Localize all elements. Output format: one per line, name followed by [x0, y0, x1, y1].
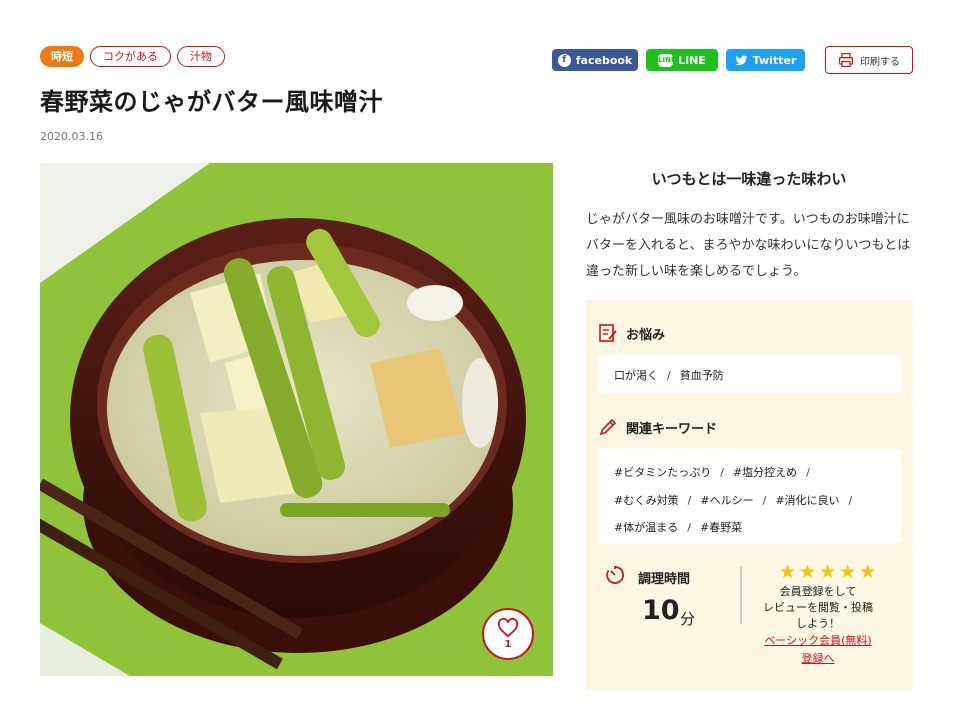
concerns-box: 口が渇く / 貧血予防 [598, 355, 901, 393]
like-button[interactable]: 1 [482, 608, 534, 660]
divider [740, 566, 742, 624]
concerns-heading: お悩み [598, 323, 665, 343]
register-link-line[interactable]: ベーシック会員(無料) [756, 632, 880, 650]
line-icon: LINE [658, 53, 676, 67]
star-icon: ★ [839, 561, 857, 583]
facebook-label: facebook [575, 53, 633, 67]
separator: / [762, 493, 767, 507]
review-prompt-line: レビューを閲覧・投稿 [763, 601, 873, 614]
star-icon: ★ [799, 561, 817, 583]
recipe-tags: 時短 コクがある 汁物 [40, 46, 225, 67]
memo-icon [599, 324, 617, 342]
facebook-share-button[interactable]: f facebook [552, 49, 638, 71]
recipe-title: 春野菜のじゃがバター風味噌汁 [40, 88, 383, 116]
cook-time-label: 調理時間 [638, 572, 691, 587]
facebook-icon: f [557, 53, 571, 67]
cook-time-unit: 分 [680, 610, 696, 628]
register-link[interactable]: ベーシック会員(無料) 登録へ [756, 632, 880, 668]
twitter-label: Twitter [752, 53, 797, 67]
recipe-photo [40, 163, 553, 676]
star-icon: ★ [859, 561, 877, 583]
star-icon: ★ [779, 561, 797, 583]
line-label: LINE [678, 53, 706, 67]
print-button[interactable]: 印刷する [825, 46, 913, 74]
separator: / [806, 466, 810, 479]
review-prompt: 会員登録をして レビューを閲覧・投稿 しよう！ [759, 584, 877, 632]
keywords-heading: 関連キーワード [598, 417, 717, 437]
keyword-link[interactable]: #塩分控えめ [733, 466, 797, 479]
concern-item[interactable]: 口が渇く [614, 369, 658, 382]
line-share-button[interactable]: LINE LINE [646, 49, 718, 71]
twitter-share-button[interactable]: Twitter [726, 49, 805, 71]
separator: / [720, 466, 724, 479]
tag-koku[interactable]: コクがある [90, 46, 171, 67]
intro-body: じゃがバター風味のお味噌汁です。いつものお味噌汁にバターを入れると、まろやかな味… [586, 212, 911, 279]
print-label: 印刷する [860, 56, 900, 68]
keyword-link[interactable]: #消化に良い [775, 494, 839, 507]
printer-icon [839, 53, 853, 67]
keywords-box: #ビタミンたっぷり / #塩分控えめ / #むくみ対策 / #ヘルシー / #消化に良い / #… [598, 449, 901, 543]
review-prompt-line: 会員登録をして [779, 585, 857, 598]
keywords-heading-label: 関連キーワード [626, 421, 718, 437]
twitter-icon [735, 54, 748, 67]
info-panel: お悩み 口が渇く / 貧血予防 関連キーワード #ビタミンたっぷり / #塩分控えめ / … [586, 300, 913, 690]
review-prompt-line: しよう！ [796, 617, 840, 630]
intro-heading: いつもとは一味違った味わい [651, 170, 847, 188]
pencil-icon [599, 418, 617, 436]
timer-icon [606, 566, 624, 584]
star-icon: ★ [819, 561, 837, 583]
separator: / [667, 369, 671, 382]
keyword-link[interactable]: #ヘルシー [700, 494, 753, 507]
concern-item[interactable]: 貧血予防 [680, 369, 724, 382]
keyword-link[interactable]: #ビタミンたっぷり [614, 466, 711, 479]
keyword-link[interactable]: #春野菜 [700, 521, 742, 534]
register-link-line[interactable]: 登録へ [756, 650, 880, 668]
heart-icon [497, 618, 519, 638]
like-count: 1 [504, 639, 512, 650]
keyword-link[interactable]: #体が温まる [614, 521, 678, 534]
keyword-link[interactable]: #むくみ対策 [614, 494, 679, 507]
review-stars: ★ ★ ★ ★ ★ [779, 562, 876, 582]
cook-time-value: 10 [642, 595, 680, 626]
concerns-heading-label: お悩み [626, 327, 666, 343]
publish-date: 2020.03.16 [40, 130, 103, 143]
separator: / [687, 493, 692, 507]
separator: / [848, 493, 853, 507]
tag-shirumono[interactable]: 汁物 [177, 46, 225, 67]
separator: / [687, 521, 691, 534]
tag-jitan[interactable]: 時短 [40, 46, 84, 67]
